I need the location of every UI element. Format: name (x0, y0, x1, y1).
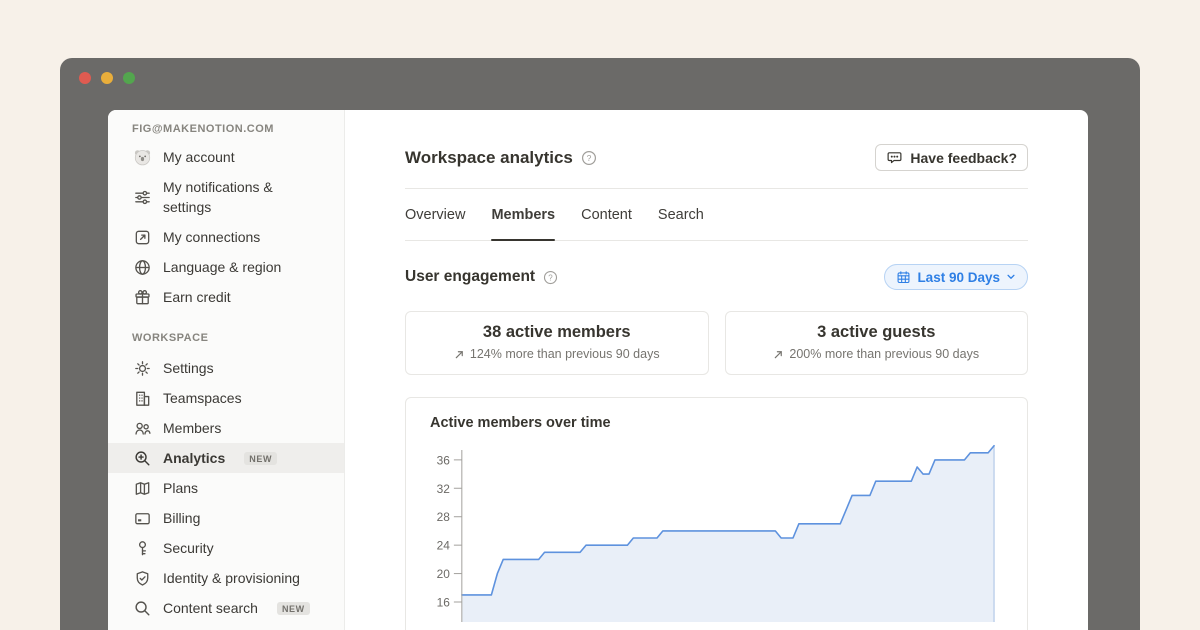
svg-text:24: 24 (437, 539, 451, 553)
minimize-window-button[interactable] (101, 72, 113, 84)
stat-delta: 124% more than previous 90 days (406, 347, 708, 361)
page-background: { "colors": { "page_background": "#f7f1e… (0, 0, 1200, 630)
help-icon[interactable]: ? (543, 270, 558, 285)
gift-icon (132, 287, 152, 307)
sidebar-item-label: Members (163, 420, 221, 436)
active-guests-stat-card: 3 active guests 200% more than previous … (725, 311, 1029, 375)
svg-text:28: 28 (437, 510, 451, 524)
tab-members[interactable]: Members (491, 189, 555, 240)
sidebar-item-billing[interactable]: Billing (108, 503, 344, 533)
sidebar-item-label: My notifications & settings (163, 177, 315, 217)
sidebar-item-plans[interactable]: Plans (108, 473, 344, 503)
new-badge: NEW (244, 452, 277, 465)
sidebar-item-my-connections[interactable]: My connections (108, 222, 344, 252)
stat-delta: 200% more than previous 90 days (726, 347, 1028, 361)
people-icon (132, 418, 152, 438)
tab-overview[interactable]: Overview (405, 189, 465, 240)
chevron-down-icon (1006, 272, 1016, 282)
date-range-label: Last 90 Days (917, 270, 1000, 285)
sidebar-item-label: Security (163, 540, 214, 556)
sidebar-item-my-account[interactable]: My account (108, 142, 344, 172)
svg-text:?: ? (587, 153, 592, 163)
trend-up-icon (773, 349, 784, 360)
stat-value: 3 active guests (726, 323, 1028, 342)
svg-text:20: 20 (437, 567, 451, 581)
magnifier-plus-icon (132, 448, 152, 468)
settings-sidebar: FIG@MAKENOTION.COM My account My notific… (108, 110, 345, 630)
credit-card-icon (132, 508, 152, 528)
stat-cards-row: 38 active members 124% more than previou… (405, 311, 1028, 375)
sidebar-item-language-region[interactable]: Language & region (108, 252, 344, 282)
tab-content[interactable]: Content (581, 189, 632, 240)
zoom-window-button[interactable] (123, 72, 135, 84)
svg-text:?: ? (548, 273, 553, 282)
koala-avatar-icon (132, 147, 152, 167)
help-icon[interactable]: ? (581, 150, 597, 166)
sidebar-item-content-search[interactable]: Content search NEW (108, 593, 344, 623)
svg-text:16: 16 (437, 595, 451, 609)
window-controls (79, 72, 135, 84)
sliders-icon (132, 187, 152, 207)
have-feedback-button[interactable]: Have feedback? (875, 144, 1028, 171)
workspace-section-heading: WORKSPACE (108, 329, 344, 347)
page-title: Workspace analytics (405, 148, 573, 168)
stat-value: 38 active members (406, 323, 708, 342)
sidebar-item-members[interactable]: Members (108, 413, 344, 443)
user-engagement-header: User engagement ? Last 90 Days (405, 264, 1028, 290)
speech-bubble-icon (886, 149, 903, 166)
analytics-tabs: Overview Members Content Search (405, 189, 1028, 241)
settings-panel: FIG@MAKENOTION.COM My account My notific… (108, 110, 1088, 630)
sidebar-item-label: My account (163, 149, 235, 165)
svg-text:36: 36 (437, 453, 451, 467)
sidebar-item-label: My connections (163, 229, 260, 245)
stat-delta-text: 124% more than previous 90 days (470, 347, 660, 361)
analytics-main-content: Workspace analytics ? Have feedback? Ove… (345, 110, 1088, 630)
svg-text:32: 32 (437, 482, 451, 496)
account-email-heading: FIG@MAKENOTION.COM (108, 120, 344, 138)
stat-delta-text: 200% more than previous 90 days (789, 347, 979, 361)
date-range-filter-button[interactable]: Last 90 Days (884, 264, 1028, 290)
gear-icon (132, 358, 152, 378)
section-title: User engagement (405, 268, 535, 286)
globe-icon (132, 257, 152, 277)
sidebar-item-teamspaces[interactable]: Teamspaces (108, 383, 344, 413)
calendar-icon (896, 270, 911, 285)
sidebar-item-label: Earn credit (163, 289, 231, 305)
key-icon (132, 538, 152, 558)
sidebar-item-label: Plans (163, 480, 198, 496)
sidebar-item-label: Teamspaces (163, 390, 242, 406)
magnifier-icon (132, 598, 152, 618)
active-members-area-chart: 16 20 24 28 32 36 (430, 444, 1003, 622)
sidebar-item-label: Analytics (163, 450, 225, 466)
section-title-row: User engagement ? (405, 268, 558, 286)
chart-title: Active members over time (430, 415, 1003, 431)
sidebar-item-analytics[interactable]: Analytics NEW (108, 443, 344, 473)
close-window-button[interactable] (79, 72, 91, 84)
sidebar-item-notifications-settings[interactable]: My notifications & settings (108, 172, 344, 222)
new-badge: NEW (277, 602, 310, 615)
shield-check-icon (132, 568, 152, 588)
sidebar-item-settings[interactable]: Settings (108, 353, 344, 383)
app-window: FIG@MAKENOTION.COM My account My notific… (60, 58, 1140, 630)
main-header: Workspace analytics ? Have feedback? (405, 144, 1028, 171)
sidebar-item-label: Identity & provisioning (163, 570, 300, 586)
sidebar-item-security[interactable]: Security (108, 533, 344, 563)
trend-up-icon (454, 349, 465, 360)
sidebar-item-earn-credit[interactable]: Earn credit (108, 282, 344, 312)
sidebar-item-label: Settings (163, 360, 214, 376)
sidebar-item-identity-provisioning[interactable]: Identity & provisioning (108, 563, 344, 593)
page-title-row: Workspace analytics ? (405, 148, 597, 168)
sidebar-item-label: Language & region (163, 259, 281, 275)
sidebar-item-label: Content search (163, 600, 258, 616)
external-link-icon (132, 227, 152, 247)
active-members-chart-card: Active members over time 16 20 24 28 32 36 (405, 397, 1028, 630)
map-icon (132, 478, 152, 498)
tab-search[interactable]: Search (658, 189, 704, 240)
have-feedback-label: Have feedback? (910, 150, 1017, 166)
building-icon (132, 388, 152, 408)
sidebar-item-label: Billing (163, 510, 200, 526)
active-members-stat-card: 38 active members 124% more than previou… (405, 311, 709, 375)
